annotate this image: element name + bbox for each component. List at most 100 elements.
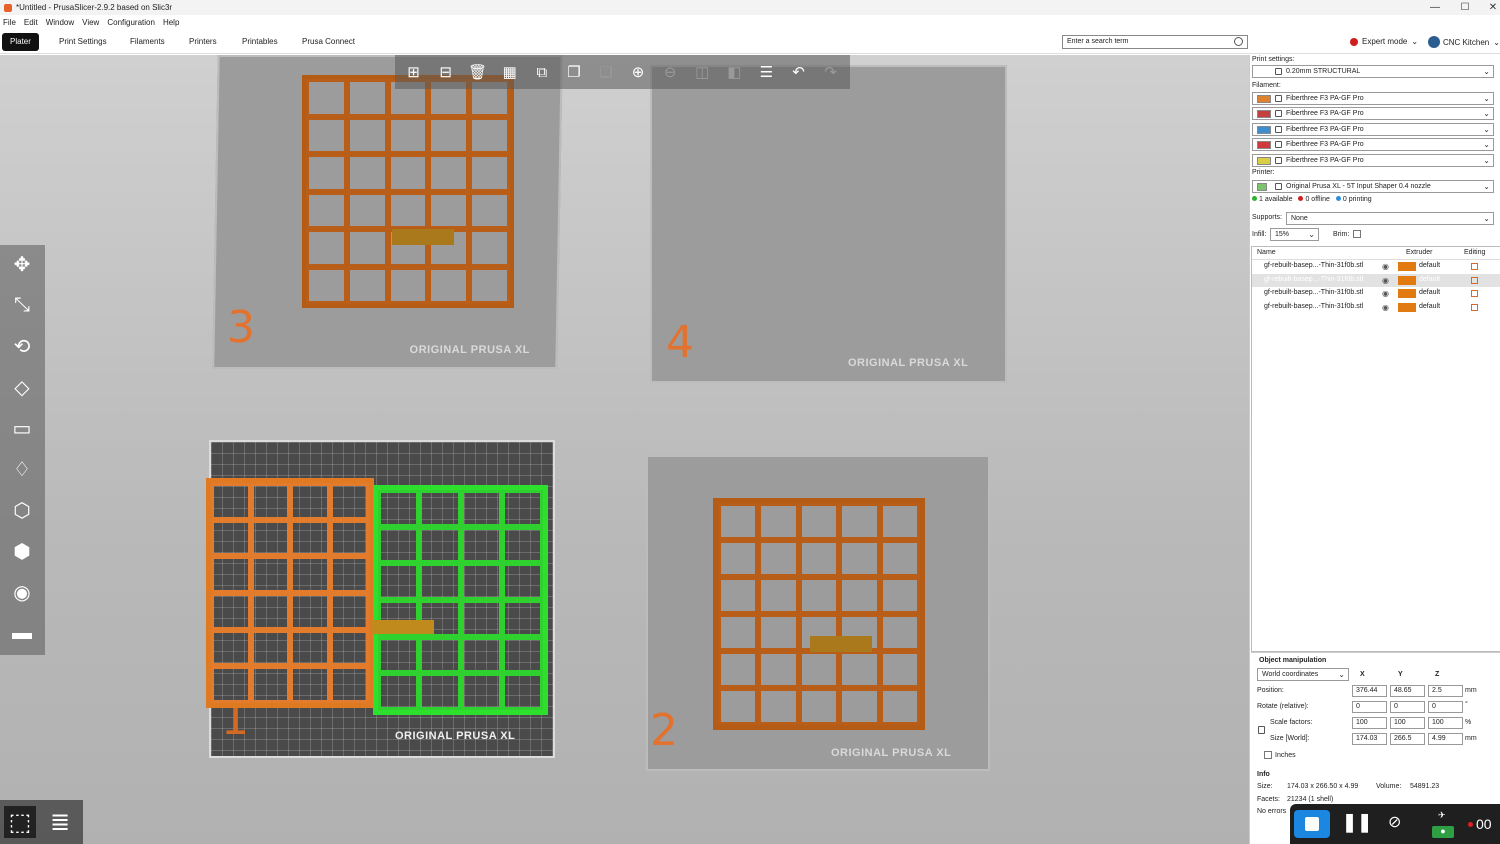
add-instance-icon[interactable]: ⊕ (626, 61, 651, 83)
search-icon[interactable] (1234, 37, 1243, 46)
account-menu[interactable]: CNC Kitchen ⌄ (1428, 36, 1500, 48)
gridfinity-object[interactable] (713, 498, 925, 730)
rotate-icon[interactable]: ⟲ (6, 331, 38, 361)
scale-z-input[interactable]: 100 (1428, 717, 1463, 729)
bed-plate-4[interactable]: 4 ORIGINAL PRUSA XL (650, 65, 1007, 383)
scale-y-input[interactable]: 100 (1390, 717, 1425, 729)
object-row-selected[interactable]: gf-rebuilt-basep...-Thin-31f0b.stl ◉ def… (1252, 273, 1500, 287)
eye-icon[interactable]: ◉ (1382, 276, 1389, 285)
chevron-down-icon: ⌄ (1483, 182, 1490, 191)
add-object-icon[interactable]: ⊞ (401, 61, 426, 83)
delete-object-icon[interactable]: ⊟ (433, 61, 458, 83)
support-painting-icon[interactable]: ♢ (6, 454, 38, 484)
pause-icon[interactable]: ❚❚ (1342, 812, 1372, 833)
supports-select[interactable]: None ⌄ (1286, 212, 1494, 225)
tab-printers[interactable]: Printers (181, 33, 225, 51)
rotate-x-input[interactable]: 0 (1352, 701, 1387, 713)
eye-icon[interactable]: ◉ (1382, 262, 1389, 271)
filament-select-5[interactable]: Fiberthree F3 PA-GF Pro ⌄ (1252, 154, 1494, 167)
rotate-z-input[interactable]: 0 (1428, 701, 1463, 713)
split-objects-icon[interactable]: ◫ (690, 61, 715, 83)
menu-configuration[interactable]: Configuration (107, 18, 155, 27)
arrange-icon[interactable]: ▦ (497, 61, 522, 83)
mmu-painting-icon[interactable]: ◉ (6, 577, 38, 607)
move-icon[interactable]: ✥ (6, 249, 38, 279)
microphone-icon[interactable]: ● (1432, 826, 1454, 838)
mute-icon[interactable]: ✈ (1438, 810, 1446, 821)
position-x-input[interactable]: 376.44 (1352, 685, 1387, 697)
delete-all-icon[interactable]: 🗑 (465, 61, 490, 83)
gridfinity-object[interactable] (206, 478, 374, 708)
tab-printables[interactable]: Printables (234, 33, 286, 51)
edit-icon[interactable] (1471, 276, 1478, 284)
minimize-button[interactable]: — (1420, 0, 1450, 15)
plater-3d-view[interactable]: 3 ORIGINAL PRUSA XL 4 ORIGINAL PRUSA XL … (0, 55, 1249, 844)
copy-icon[interactable]: ❐ (561, 61, 586, 83)
edit-icon[interactable] (1471, 290, 1478, 297)
emboss-icon[interactable]: ⬢ (6, 536, 38, 566)
tab-prusa-connect[interactable]: Prusa Connect (294, 33, 363, 51)
object-name: gf-rebuilt-basep...-Thin-31f0b.stl (1264, 302, 1364, 310)
printer-select[interactable]: Original Prusa XL - 5T Input Shaper 0.4 … (1252, 180, 1494, 193)
filament-select-1[interactable]: Fiberthree F3 PA-GF Pro ⌄ (1252, 92, 1494, 105)
place-on-face-icon[interactable]: ◇ (6, 372, 38, 402)
rotate-y-input[interactable]: 0 (1390, 701, 1425, 713)
3d-view-icon[interactable]: ⬚ (4, 806, 36, 838)
menu-view[interactable]: View (82, 18, 99, 27)
paste-icon[interactable]: ❏ (593, 61, 618, 83)
inches-checkbox[interactable] (1264, 751, 1272, 759)
menu-window[interactable]: Window (46, 18, 74, 27)
eye-icon[interactable]: ◉ (1382, 289, 1389, 298)
object-row[interactable]: gf-rebuilt-basep...-Thin-31f0b.stl ◉ def… (1252, 301, 1500, 315)
scale-icon[interactable]: ⤡ (6, 290, 38, 320)
cut-icon[interactable]: ▭ (6, 413, 38, 443)
scale-x-input[interactable]: 100 (1352, 717, 1387, 729)
menu-edit[interactable]: Edit (24, 18, 38, 27)
camera-off-icon[interactable]: ⊘ (1388, 812, 1401, 832)
filament-select-2[interactable]: Fiberthree F3 PA-GF Pro ⌄ (1252, 107, 1494, 120)
infill-select[interactable]: 15% ⌄ (1270, 228, 1319, 241)
arrange-selection-icon[interactable]: ⧉ (529, 61, 554, 83)
stop-recording-button[interactable] (1294, 810, 1330, 838)
filament-select-4[interactable]: Fiberthree F3 PA-GF Pro ⌄ (1252, 138, 1494, 151)
edit-icon[interactable] (1471, 263, 1478, 270)
size-z-input[interactable]: 4.99 (1428, 733, 1463, 745)
gridfinity-object-selected[interactable] (373, 485, 548, 715)
preview-icon[interactable]: ≣ (44, 806, 76, 838)
object-extruder[interactable]: default (1419, 303, 1440, 310)
split-parts-icon[interactable]: ◧ (722, 61, 747, 83)
position-y-input[interactable]: 48.65 (1390, 685, 1425, 697)
object-extruder[interactable]: default (1419, 289, 1440, 296)
size-y-input[interactable]: 266.5 (1390, 733, 1425, 745)
eye-icon[interactable]: ◉ (1382, 303, 1389, 312)
size-x-input[interactable]: 174.03 (1352, 733, 1387, 745)
search-input[interactable]: Enter a search term (1062, 35, 1248, 49)
menu-file[interactable]: File (3, 18, 16, 27)
print-profile-select[interactable]: 0.20mm STRUCTURAL ⌄ (1252, 65, 1494, 78)
chevron-down-icon: ⌄ (1411, 37, 1419, 46)
remove-instance-icon[interactable]: ⊖ (658, 61, 683, 83)
object-extruder[interactable]: default (1419, 262, 1440, 269)
filament-select-3[interactable]: Fiberthree F3 PA-GF Pro ⌄ (1252, 123, 1494, 136)
position-z-input[interactable]: 2.5 (1428, 685, 1463, 697)
measure-icon[interactable]: ▬ (6, 618, 38, 648)
seam-painting-icon[interactable]: ⬡ (6, 495, 38, 525)
brim-checkbox[interactable] (1353, 230, 1361, 238)
maximize-button[interactable]: ☐ (1450, 0, 1480, 15)
tab-plater[interactable]: Plater (2, 33, 39, 51)
coordinates-select[interactable]: World coordinates ⌄ (1257, 668, 1349, 681)
undo-icon[interactable]: ↶ (786, 61, 811, 83)
object-row[interactable]: gf-rebuilt-basep...-Thin-31f0b.stl ◉ def… (1252, 287, 1500, 301)
object-extruder[interactable]: default (1419, 276, 1440, 283)
object-row[interactable]: gf-rebuilt-basep...-Thin-31f0b.stl ◉ def… (1252, 260, 1500, 274)
edit-icon[interactable] (1471, 303, 1478, 311)
layer-editing-icon[interactable]: ☰ (754, 61, 779, 83)
gridfinity-object[interactable] (302, 75, 514, 308)
tab-print-settings[interactable]: Print Settings (51, 33, 115, 51)
redo-icon[interactable]: ↷ (818, 61, 843, 83)
lock-icon[interactable] (1258, 726, 1265, 734)
tab-filaments[interactable]: Filaments (122, 33, 173, 51)
menu-help[interactable]: Help (163, 18, 179, 27)
mode-selector[interactable]: Expert mode ⌄ (1350, 37, 1418, 46)
close-button[interactable]: ✕ (1478, 0, 1500, 15)
